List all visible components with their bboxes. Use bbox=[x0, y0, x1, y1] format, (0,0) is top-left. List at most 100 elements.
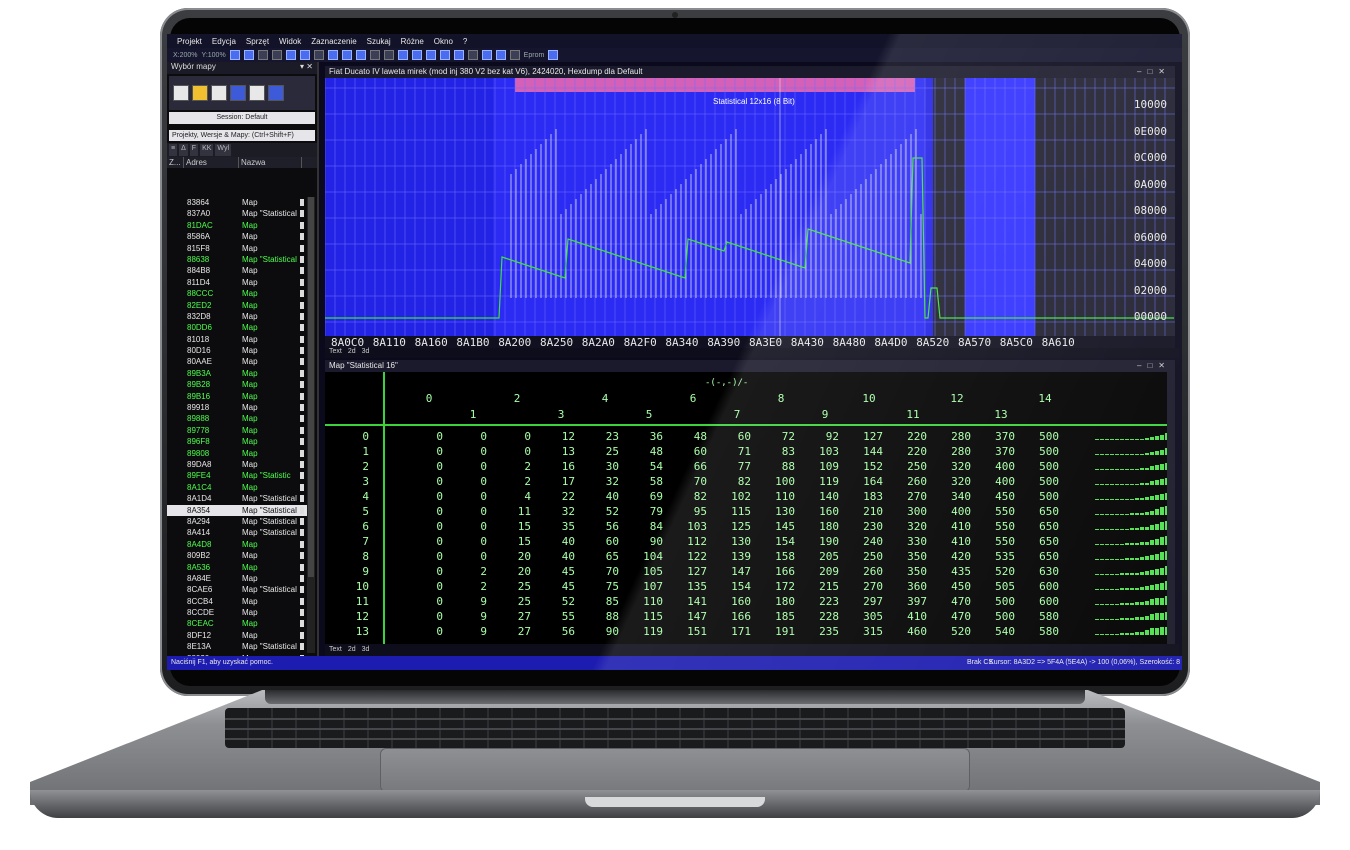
table-cell[interactable]: 125 bbox=[717, 520, 751, 533]
table-cell[interactable]: 650 bbox=[1025, 550, 1059, 563]
table-cell[interactable]: 210 bbox=[849, 505, 883, 518]
list-item[interactable]: 8E13A Map "Statistical bbox=[167, 641, 307, 652]
list-item[interactable]: 81018 Map bbox=[167, 334, 307, 345]
table-cell[interactable]: 25 bbox=[497, 580, 531, 593]
table-cell[interactable]: 141 bbox=[673, 595, 707, 608]
table-cell[interactable]: 147 bbox=[717, 565, 751, 578]
table-cell[interactable]: 166 bbox=[761, 565, 795, 578]
table-cell[interactable]: 154 bbox=[717, 580, 751, 593]
table-cell[interactable]: 215 bbox=[805, 580, 839, 593]
y-zoom[interactable]: Y:100% bbox=[202, 52, 226, 59]
table-cell[interactable]: 400 bbox=[937, 505, 971, 518]
stop-icon[interactable] bbox=[313, 50, 324, 60]
list-item[interactable]: 8A4D8 Map bbox=[167, 539, 307, 550]
table-cell[interactable]: 9 bbox=[453, 595, 487, 608]
table-cell[interactable]: 110 bbox=[761, 490, 795, 503]
table-cell[interactable]: 330 bbox=[893, 535, 927, 548]
list-item[interactable]: 88638 Map "Statistical bbox=[167, 254, 307, 265]
menu-item-5[interactable]: Szukaj bbox=[367, 37, 391, 46]
table-cell[interactable]: 158 bbox=[761, 550, 795, 563]
table-cell[interactable]: 470 bbox=[937, 610, 971, 623]
table-cell[interactable]: 535 bbox=[981, 550, 1015, 563]
table-cell[interactable]: 140 bbox=[805, 490, 839, 503]
list-item[interactable]: 832D8 Map bbox=[167, 311, 307, 322]
table-cell[interactable]: 320 bbox=[937, 460, 971, 473]
table-cell[interactable]: 70 bbox=[673, 475, 707, 488]
table-cell[interactable]: 154 bbox=[761, 535, 795, 548]
list-scrollbar[interactable] bbox=[307, 197, 315, 653]
table-cell[interactable]: 20 bbox=[497, 565, 531, 578]
table-cell[interactable]: 240 bbox=[849, 535, 883, 548]
table-cell[interactable]: 160 bbox=[805, 505, 839, 518]
table-cell[interactable]: 23 bbox=[585, 430, 619, 443]
table-cell[interactable]: 320 bbox=[937, 475, 971, 488]
table-cell[interactable]: 0 bbox=[453, 460, 487, 473]
table-cell[interactable]: 90 bbox=[585, 625, 619, 638]
table-cell[interactable]: 0 bbox=[409, 475, 443, 488]
menu-item-6[interactable]: Różne bbox=[401, 37, 424, 46]
table-cell[interactable]: 107 bbox=[629, 580, 663, 593]
menu-item-7[interactable]: Okno bbox=[434, 37, 453, 46]
table-cell[interactable]: 32 bbox=[541, 505, 575, 518]
map-scrollbar[interactable] bbox=[1167, 372, 1175, 644]
table-cell[interactable]: 460 bbox=[893, 625, 927, 638]
table-cell[interactable]: 48 bbox=[673, 430, 707, 443]
table-cell[interactable]: 0 bbox=[409, 595, 443, 608]
table-cell[interactable]: 500 bbox=[1025, 490, 1059, 503]
table-cell[interactable]: 52 bbox=[585, 505, 619, 518]
table-cell[interactable]: 397 bbox=[893, 595, 927, 608]
table-cell[interactable]: 630 bbox=[1025, 565, 1059, 578]
table-cell[interactable]: 550 bbox=[981, 520, 1015, 533]
table-cell[interactable]: 58 bbox=[629, 475, 663, 488]
table-cell[interactable]: 122 bbox=[673, 550, 707, 563]
table-cell[interactable]: 60 bbox=[673, 445, 707, 458]
table-cell[interactable]: 500 bbox=[1025, 475, 1059, 488]
table-cell[interactable]: 16 bbox=[541, 460, 575, 473]
table-cell[interactable]: 600 bbox=[1025, 595, 1059, 608]
table-cell[interactable]: 180 bbox=[761, 595, 795, 608]
table-cell[interactable]: 2 bbox=[497, 460, 531, 473]
table-cell[interactable]: 56 bbox=[585, 520, 619, 533]
chevron-left-icon[interactable] bbox=[369, 50, 380, 60]
table-cell[interactable]: 147 bbox=[673, 610, 707, 623]
copy-icon[interactable] bbox=[249, 85, 265, 101]
table-cell[interactable]: 450 bbox=[937, 580, 971, 593]
table-cell[interactable]: 15 bbox=[497, 520, 531, 533]
table-cell[interactable]: 0 bbox=[409, 550, 443, 563]
table-icon[interactable] bbox=[271, 50, 282, 60]
table-cell[interactable]: 0 bbox=[409, 535, 443, 548]
table-cell[interactable]: 550 bbox=[981, 535, 1015, 548]
list-item[interactable]: 89FE4 Map "Statistic bbox=[167, 470, 307, 481]
table-cell[interactable]: 65 bbox=[585, 550, 619, 563]
table-cell[interactable]: 0 bbox=[409, 490, 443, 503]
table-cell[interactable]: 130 bbox=[761, 505, 795, 518]
table-cell[interactable]: 520 bbox=[981, 565, 1015, 578]
list-item[interactable]: 82ED2 Map bbox=[167, 300, 307, 311]
list-item[interactable]: 89918 Map bbox=[167, 402, 307, 413]
table-cell[interactable]: 250 bbox=[849, 550, 883, 563]
table-cell[interactable]: 370 bbox=[981, 430, 1015, 443]
eprom-label[interactable]: Eprom bbox=[524, 52, 545, 59]
list-item[interactable]: 8DF12 Map bbox=[167, 630, 307, 641]
filter-delta-icon[interactable]: Δ bbox=[179, 144, 188, 156]
table-cell[interactable]: 500 bbox=[1025, 460, 1059, 473]
table-cell[interactable]: 172 bbox=[761, 580, 795, 593]
list-item[interactable]: 89B28 Map bbox=[167, 379, 307, 390]
x-zoom[interactable]: X:200% bbox=[173, 52, 198, 59]
projects-combo[interactable]: Projekty, Wersje & Mapy: (Ctrl+Shift+F) bbox=[169, 130, 315, 141]
table-cell[interactable]: 135 bbox=[673, 580, 707, 593]
table-cell[interactable]: 32 bbox=[585, 475, 619, 488]
map-tab-2d[interactable]: 2d bbox=[348, 644, 356, 656]
table-cell[interactable]: 260 bbox=[849, 565, 883, 578]
last-icon[interactable] bbox=[453, 50, 464, 60]
table-cell[interactable]: 119 bbox=[805, 475, 839, 488]
table-cell[interactable]: 60 bbox=[585, 535, 619, 548]
list-item[interactable]: 8A536 Map bbox=[167, 562, 307, 573]
table-cell[interactable]: 25 bbox=[497, 595, 531, 608]
table-cell[interactable]: 95 bbox=[673, 505, 707, 518]
table-cell[interactable]: 103 bbox=[673, 520, 707, 533]
list-item[interactable]: 89888 Map bbox=[167, 413, 307, 424]
table-cell[interactable]: 70 bbox=[585, 565, 619, 578]
table-cell[interactable]: 0 bbox=[453, 505, 487, 518]
table-cell[interactable]: 85 bbox=[585, 595, 619, 608]
